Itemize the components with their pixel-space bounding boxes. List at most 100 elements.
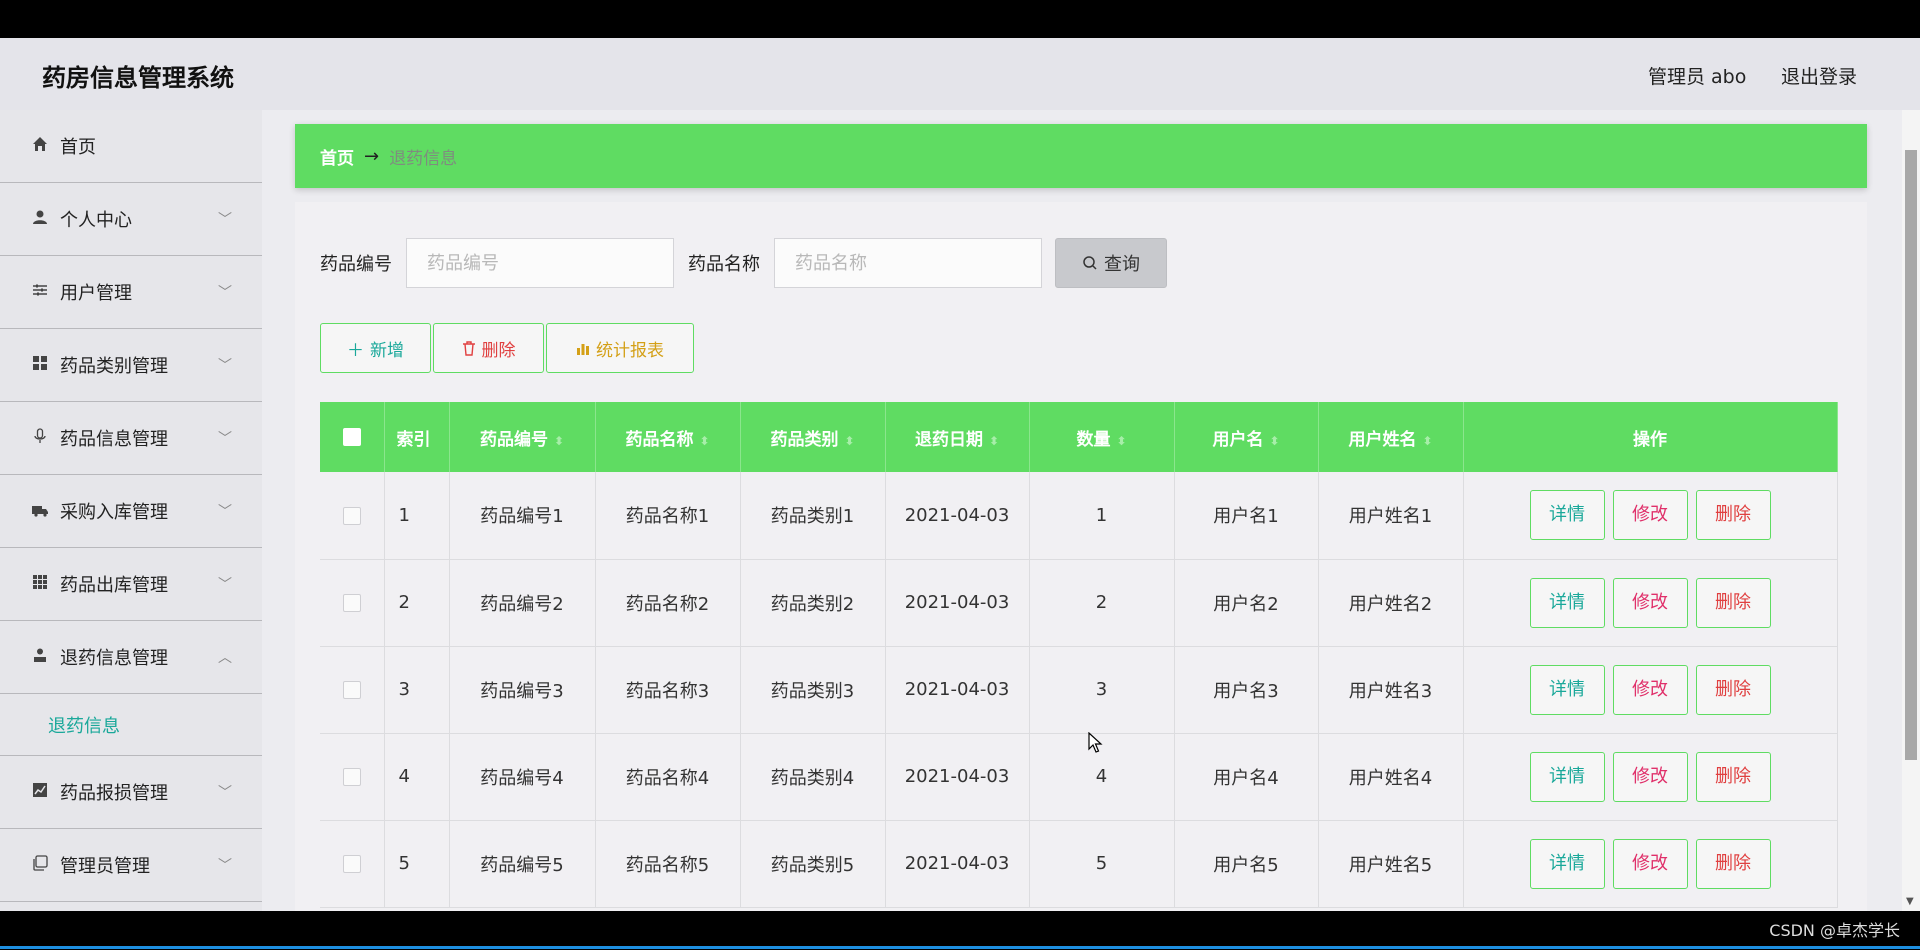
code-label: 药品编号: [320, 254, 392, 275]
sort-icon[interactable]: ⬍: [844, 434, 854, 448]
quantity-cell: 5: [1029, 820, 1175, 908]
quantity-cell: 3: [1029, 646, 1175, 734]
username-cell: 用户名2: [1174, 559, 1319, 647]
table-row: 3 药品编号3 药品名称3 药品类别3 2021-04-03 3 用户名3 用户姓名3 详情 修改…: [320, 646, 1838, 734]
batch-delete-button[interactable]: 删除: [433, 323, 544, 373]
detail-button[interactable]: 详情: [1529, 838, 1605, 889]
username-cell: 用户名4: [1174, 733, 1319, 821]
detail-button[interactable]: 详情: [1529, 664, 1605, 715]
sidebar-item-label: 药品信息管理: [60, 429, 168, 450]
table-row: 4 药品编号4 药品名称4 药品类别4 2021-04-03 4 用户名4 用户姓名4 详情 修改…: [320, 733, 1838, 821]
drug-category-cell: 药品类别1: [740, 472, 886, 560]
chevron-down-icon: ﹀: [218, 358, 232, 374]
sidebar-item-admin-management[interactable]: 管理员管理 ﹀: [0, 829, 262, 902]
row-checkbox[interactable]: [342, 506, 361, 525]
sidebar-subitem-return-info[interactable]: 退药信息: [0, 694, 262, 756]
screen-top-border: [0, 0, 1920, 38]
row-select-cell[interactable]: [320, 559, 385, 647]
row-select-cell[interactable]: [320, 733, 385, 821]
row-checkbox[interactable]: [342, 768, 361, 786]
edit-button[interactable]: 修改: [1612, 838, 1688, 889]
page-scrollbar[interactable]: ▼: [1902, 110, 1920, 911]
copy-icon: [30, 855, 50, 875]
column-header[interactable]: 药品类别 ⬍: [740, 402, 886, 472]
truck-icon: [30, 501, 50, 521]
sidebar-item-user-management[interactable]: 用户管理 ﹀: [0, 256, 262, 329]
plus-icon: ＋: [347, 340, 364, 361]
sort-icon[interactable]: ⬍: [554, 434, 564, 448]
delete-button[interactable]: 删除: [1695, 490, 1771, 541]
row-checkbox[interactable]: [342, 594, 361, 612]
column-header[interactable]: 药品名称 ⬍: [595, 402, 741, 472]
sort-icon[interactable]: ⬍: [699, 434, 709, 448]
apps-icon: [30, 574, 50, 594]
sidebar-item-personal-center[interactable]: 个人中心 ﹀: [0, 183, 262, 256]
drug-name-cell: 药品名称1: [595, 472, 741, 560]
action-toolbar: ＋ 新增 删除 统计报表: [320, 323, 696, 373]
real-name-cell: 用户姓名5: [1318, 820, 1464, 908]
column-header[interactable]: 药品编号 ⬍: [449, 402, 596, 472]
sidebar-item-return-management[interactable]: 退药信息管理 ︿: [0, 621, 262, 694]
scroll-down-arrow-icon[interactable]: ▼: [1906, 896, 1914, 907]
detail-button[interactable]: 详情: [1529, 577, 1605, 628]
delete-button[interactable]: 删除: [1695, 838, 1771, 889]
query-button[interactable]: 查询: [1055, 238, 1167, 288]
detail-button[interactable]: 详情: [1529, 751, 1605, 802]
sidebar-item-home[interactable]: 首页: [0, 110, 262, 183]
breadcrumb-home[interactable]: 首页: [320, 144, 354, 169]
name-search-input[interactable]: [774, 238, 1042, 288]
sidebar-item-label: 药品报损管理: [60, 783, 168, 804]
column-header-label: 用户姓名: [1348, 429, 1417, 450]
return-date-cell: 2021-04-03: [885, 472, 1030, 560]
edit-button[interactable]: 修改: [1612, 577, 1688, 628]
delete-button[interactable]: 删除: [1695, 664, 1771, 715]
app-window: 药房信息管理系统 管理员 abo 退出登录 首页 个人中心 ﹀ 用户管理 ﹀ 药…: [0, 38, 1920, 911]
select-all-cell[interactable]: [320, 402, 385, 472]
logout-link[interactable]: 退出登录: [1781, 62, 1857, 89]
sort-icon[interactable]: ⬍: [989, 434, 999, 448]
chevron-down-icon: ﹀: [218, 285, 232, 301]
return-table: 索引 药品编号 ⬍ 药品名称 ⬍ 药品类别 ⬍ 退药日期 ⬍ 数量 ⬍ 用户名 ⬍ 用户姓名…: [320, 402, 1838, 908]
add-button[interactable]: ＋ 新增: [320, 323, 431, 373]
delete-button[interactable]: 删除: [1695, 577, 1771, 628]
drug-code-cell: 药品编号1: [449, 472, 596, 560]
row-checkbox[interactable]: [342, 855, 361, 873]
select-all-checkbox[interactable]: [342, 428, 361, 446]
row-actions-cell: 详情 修改 删除: [1463, 472, 1838, 560]
column-header-label: 数量: [1076, 429, 1111, 450]
sort-icon[interactable]: ⬍: [1269, 434, 1279, 448]
column-header-label: 药品编号: [479, 429, 548, 450]
sidebar-item-drug-category[interactable]: 药品类别管理 ﹀: [0, 329, 262, 402]
report-button-label: 统计报表: [596, 340, 664, 361]
row-select-cell[interactable]: [320, 820, 385, 908]
scrollbar-thumb[interactable]: [1905, 150, 1917, 760]
sidebar-item-drug-outbound[interactable]: 药品出库管理 ﹀: [0, 548, 262, 621]
detail-button[interactable]: 详情: [1529, 490, 1605, 541]
edit-button[interactable]: 修改: [1612, 751, 1688, 802]
column-header[interactable]: 退药日期 ⬍: [885, 402, 1030, 472]
real-name-cell: 用户姓名1: [1318, 472, 1464, 560]
chevron-down-icon: ﹀: [218, 785, 232, 801]
sort-icon[interactable]: ⬍: [1116, 434, 1126, 448]
return-date-cell: 2021-04-03: [885, 820, 1030, 908]
microphone-icon: [30, 428, 50, 448]
app-title: 药房信息管理系统: [42, 64, 234, 92]
sidebar-item-damage-report[interactable]: 药品报损管理 ﹀: [0, 756, 262, 829]
sidebar-item-drug-info[interactable]: 药品信息管理 ﹀: [0, 402, 262, 475]
edit-button[interactable]: 修改: [1612, 490, 1688, 541]
row-select-cell[interactable]: [320, 646, 385, 734]
sidebar-item-label: 用户管理: [60, 283, 132, 304]
report-button[interactable]: 统计报表: [546, 323, 694, 373]
delete-button[interactable]: 删除: [1695, 751, 1771, 802]
sort-icon[interactable]: ⬍: [1422, 434, 1432, 448]
column-header[interactable]: 数量 ⬍: [1029, 402, 1175, 472]
drug-code-cell: 药品编号4: [449, 733, 596, 821]
column-header[interactable]: 用户名 ⬍: [1174, 402, 1319, 472]
column-header[interactable]: 用户姓名 ⬍: [1318, 402, 1464, 472]
code-search-input[interactable]: [406, 238, 674, 288]
row-checkbox[interactable]: [342, 681, 361, 699]
sidebar-item-purchase-inbound[interactable]: 采购入库管理 ﹀: [0, 475, 262, 548]
edit-button[interactable]: 修改: [1612, 664, 1688, 715]
row-select-cell[interactable]: [320, 472, 385, 560]
row-index: 4: [384, 733, 450, 821]
